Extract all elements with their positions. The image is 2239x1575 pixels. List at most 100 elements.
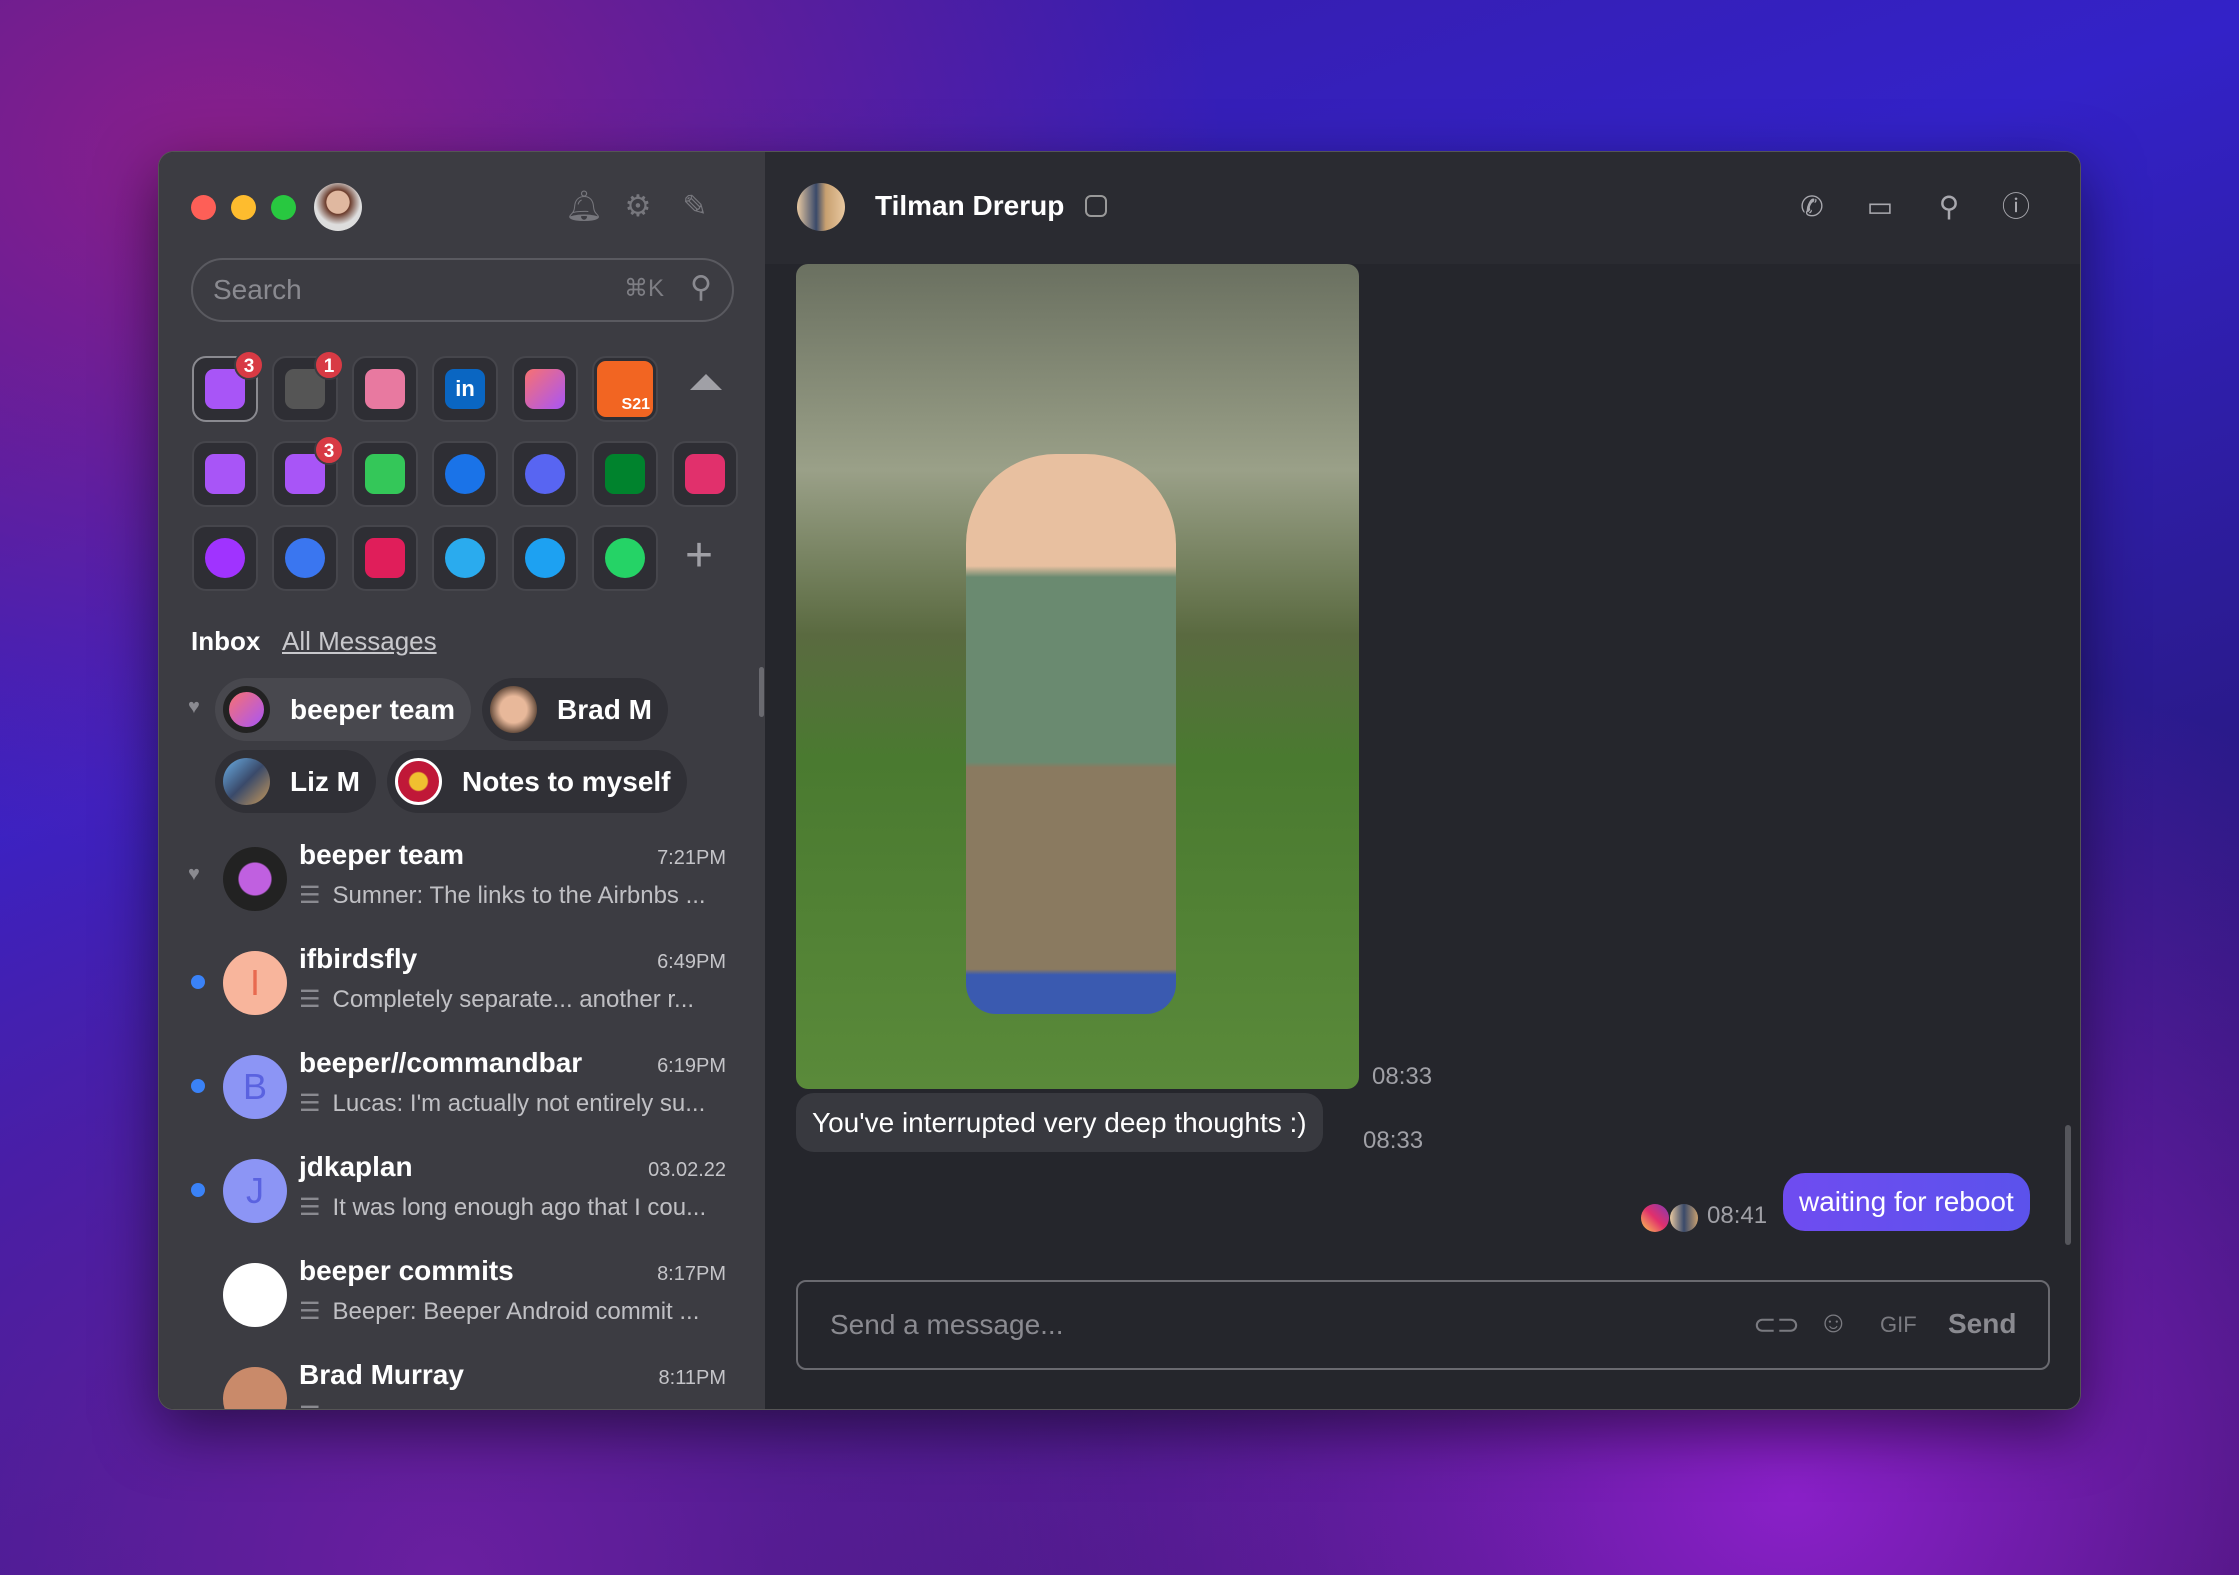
chat-row[interactable]: Jjdkaplan 03.02.22 ☰ It was long enough ago… bbox=[159, 1141, 765, 1241]
app-window: 🔔︎ ⚙ ✎ ⌘K ⚲ 3 1 in S21 3 + Inbox All Message… bbox=[158, 151, 2081, 1410]
app-linkedin[interactable]: in bbox=[432, 356, 498, 422]
app-instagram[interactable] bbox=[672, 441, 738, 507]
tab-inbox[interactable]: Inbox bbox=[191, 626, 260, 657]
chat-preview: ☰ Sumner: The links to the Airbnbs ... bbox=[299, 881, 718, 910]
maximize-button[interactable] bbox=[271, 195, 296, 220]
unread-dot bbox=[191, 975, 205, 989]
search-field[interactable]: ⌘K ⚲ bbox=[191, 258, 734, 322]
compose-icon[interactable]: ✎ bbox=[678, 190, 712, 224]
read-receipt-avatar bbox=[1670, 1204, 1698, 1232]
favorite-label: Notes to myself bbox=[462, 765, 671, 797]
attachment-icon[interactable]: ⊂⊃ bbox=[1753, 1308, 1800, 1341]
search-shortcut: ⌘K bbox=[623, 275, 664, 302]
close-button[interactable] bbox=[191, 195, 216, 220]
chat-avatar: I bbox=[223, 951, 287, 1015]
favorite-brad-m[interactable]: Brad M bbox=[482, 678, 668, 741]
beeper-icon: ☰ bbox=[299, 882, 321, 909]
emoji-icon[interactable]: ☺ bbox=[1818, 1306, 1849, 1340]
imessage-icon bbox=[365, 454, 405, 494]
chat-avatar bbox=[223, 1263, 287, 1327]
send-button[interactable]: Send bbox=[1948, 1308, 2016, 1340]
heart-icon: ♥ bbox=[188, 863, 200, 885]
image-message[interactable] bbox=[796, 264, 1359, 1089]
preview-text: It was long enough ago that I cou... bbox=[332, 1194, 707, 1221]
app-signal[interactable] bbox=[272, 525, 338, 591]
chat-row[interactable]: ♥ beeper team 7:21PM ☰ Sumner: The links to … bbox=[159, 829, 765, 929]
instagram-icon bbox=[685, 454, 725, 494]
heart-icon: ♥ bbox=[188, 696, 200, 718]
app-bookmarks[interactable] bbox=[352, 356, 418, 422]
video-icon[interactable]: ▭ bbox=[1863, 190, 1897, 224]
chat-pane: Tilman Drerup ✆ ▭ ⚲ ⓘ 08:33 You've inter… bbox=[765, 152, 2080, 1409]
chat-row[interactable]: Brad Murray 8:11PM ☰ bbox=[159, 1349, 765, 1409]
tab-all-messages[interactable]: All Messages bbox=[282, 626, 437, 657]
chat-preview: ☰ Completely separate... another r... bbox=[299, 985, 706, 1014]
chat-avatar: J bbox=[223, 1159, 287, 1223]
collapse-icon[interactable] bbox=[690, 374, 722, 390]
favorite-label: Liz M bbox=[290, 765, 360, 797]
favorite-liz-m[interactable]: Liz M bbox=[215, 750, 376, 813]
minimize-button[interactable] bbox=[231, 195, 256, 220]
bell-icon[interactable]: 🔔︎ bbox=[565, 190, 603, 224]
gif-button[interactable]: GIF bbox=[1880, 1312, 1917, 1338]
linkedin-icon: in bbox=[445, 369, 485, 409]
composer: ⊂⊃ ☺ GIF Send bbox=[796, 1280, 2050, 1370]
app-low-priority[interactable]: 1 bbox=[272, 350, 344, 422]
chat-preview: ☰ Beeper: Beeper Android commit ... bbox=[299, 1297, 711, 1326]
app-messenger[interactable] bbox=[192, 525, 258, 591]
app-beeper[interactable] bbox=[192, 441, 258, 507]
beeper-icon: ☰ bbox=[299, 1298, 321, 1325]
chat-row[interactable]: Bbeeper//commandbar 6:19PM ☰ Lucas: I'm act… bbox=[159, 1037, 765, 1137]
chat-scrollbar[interactable] bbox=[2065, 1125, 2071, 1245]
favorite-beeper-team[interactable]: beeper team bbox=[215, 678, 471, 741]
sidebar-scrollbar[interactable] bbox=[759, 667, 764, 717]
favorite-label: Brad M bbox=[557, 693, 652, 725]
whatsapp-icon bbox=[605, 538, 645, 578]
chat-avatar: B bbox=[223, 1055, 287, 1119]
unread-badge: 1 bbox=[314, 350, 344, 380]
app-imessage[interactable] bbox=[352, 441, 418, 507]
chat-name: beeper commits bbox=[299, 1255, 514, 1286]
app-beeper-2[interactable]: 3 bbox=[272, 435, 344, 507]
app-whatsapp[interactable] bbox=[592, 525, 658, 591]
chat-row[interactable]: Iifbirdsfly 6:49PM ☰ Completely separate...… bbox=[159, 933, 765, 1033]
gear-icon[interactable]: ⚙ bbox=[621, 190, 655, 224]
messenger-icon bbox=[205, 538, 245, 578]
beeper-icon bbox=[205, 454, 245, 494]
app-beeper-slack[interactable] bbox=[512, 356, 578, 422]
app-google-messages[interactable] bbox=[432, 441, 498, 507]
chat-name: jdkaplan bbox=[299, 1151, 413, 1182]
chat-time: 8:17PM bbox=[657, 1263, 726, 1285]
beeper-icon: ☰ bbox=[299, 1090, 321, 1117]
chat-avatar bbox=[223, 1367, 287, 1409]
app-twitter[interactable] bbox=[512, 525, 578, 591]
beeper-icon: ☰ bbox=[299, 1194, 321, 1221]
favorite-notes-to-myself[interactable]: Notes to myself bbox=[387, 750, 687, 813]
search-icon[interactable]: ⚲ bbox=[1932, 190, 1966, 224]
app-discord[interactable] bbox=[512, 441, 578, 507]
contact-avatar[interactable] bbox=[797, 183, 845, 231]
message-input[interactable] bbox=[830, 1282, 1710, 1368]
phone-icon[interactable]: ✆ bbox=[1795, 190, 1829, 224]
search-input[interactable] bbox=[213, 260, 593, 320]
app-slack[interactable] bbox=[352, 525, 418, 591]
incoming-message[interactable]: You've interrupted very deep thoughts :) bbox=[796, 1093, 1323, 1152]
chat-preview: ☰ bbox=[299, 1401, 345, 1409]
chat-row[interactable]: beeper commits 8:17PM ☰ Beeper: Beeper Andr… bbox=[159, 1245, 765, 1345]
twitter-icon bbox=[525, 538, 565, 578]
outgoing-message[interactable]: waiting for reboot bbox=[1783, 1173, 2030, 1231]
chat-time: 03.02.22 bbox=[648, 1159, 726, 1181]
info-icon[interactable]: ⓘ bbox=[1999, 190, 2033, 224]
app-google-chat[interactable] bbox=[592, 441, 658, 507]
unread-dot bbox=[191, 1079, 205, 1093]
preview-text: Completely separate... another r... bbox=[332, 986, 695, 1013]
user-avatar[interactable] bbox=[314, 183, 362, 231]
add-account-icon[interactable]: + bbox=[685, 532, 713, 580]
app-all-chats[interactable]: 3 bbox=[192, 350, 264, 422]
app-s21[interactable]: S21 bbox=[592, 356, 658, 422]
app-telegram[interactable] bbox=[432, 525, 498, 591]
slack-icon bbox=[365, 538, 405, 578]
chat-time: 6:19PM bbox=[657, 1055, 726, 1077]
sidebar: 🔔︎ ⚙ ✎ ⌘K ⚲ 3 1 in S21 3 + Inbox All Message… bbox=[159, 152, 765, 1409]
chat-preview: ☰ Lucas: I'm actually not entirely su... bbox=[299, 1089, 717, 1118]
